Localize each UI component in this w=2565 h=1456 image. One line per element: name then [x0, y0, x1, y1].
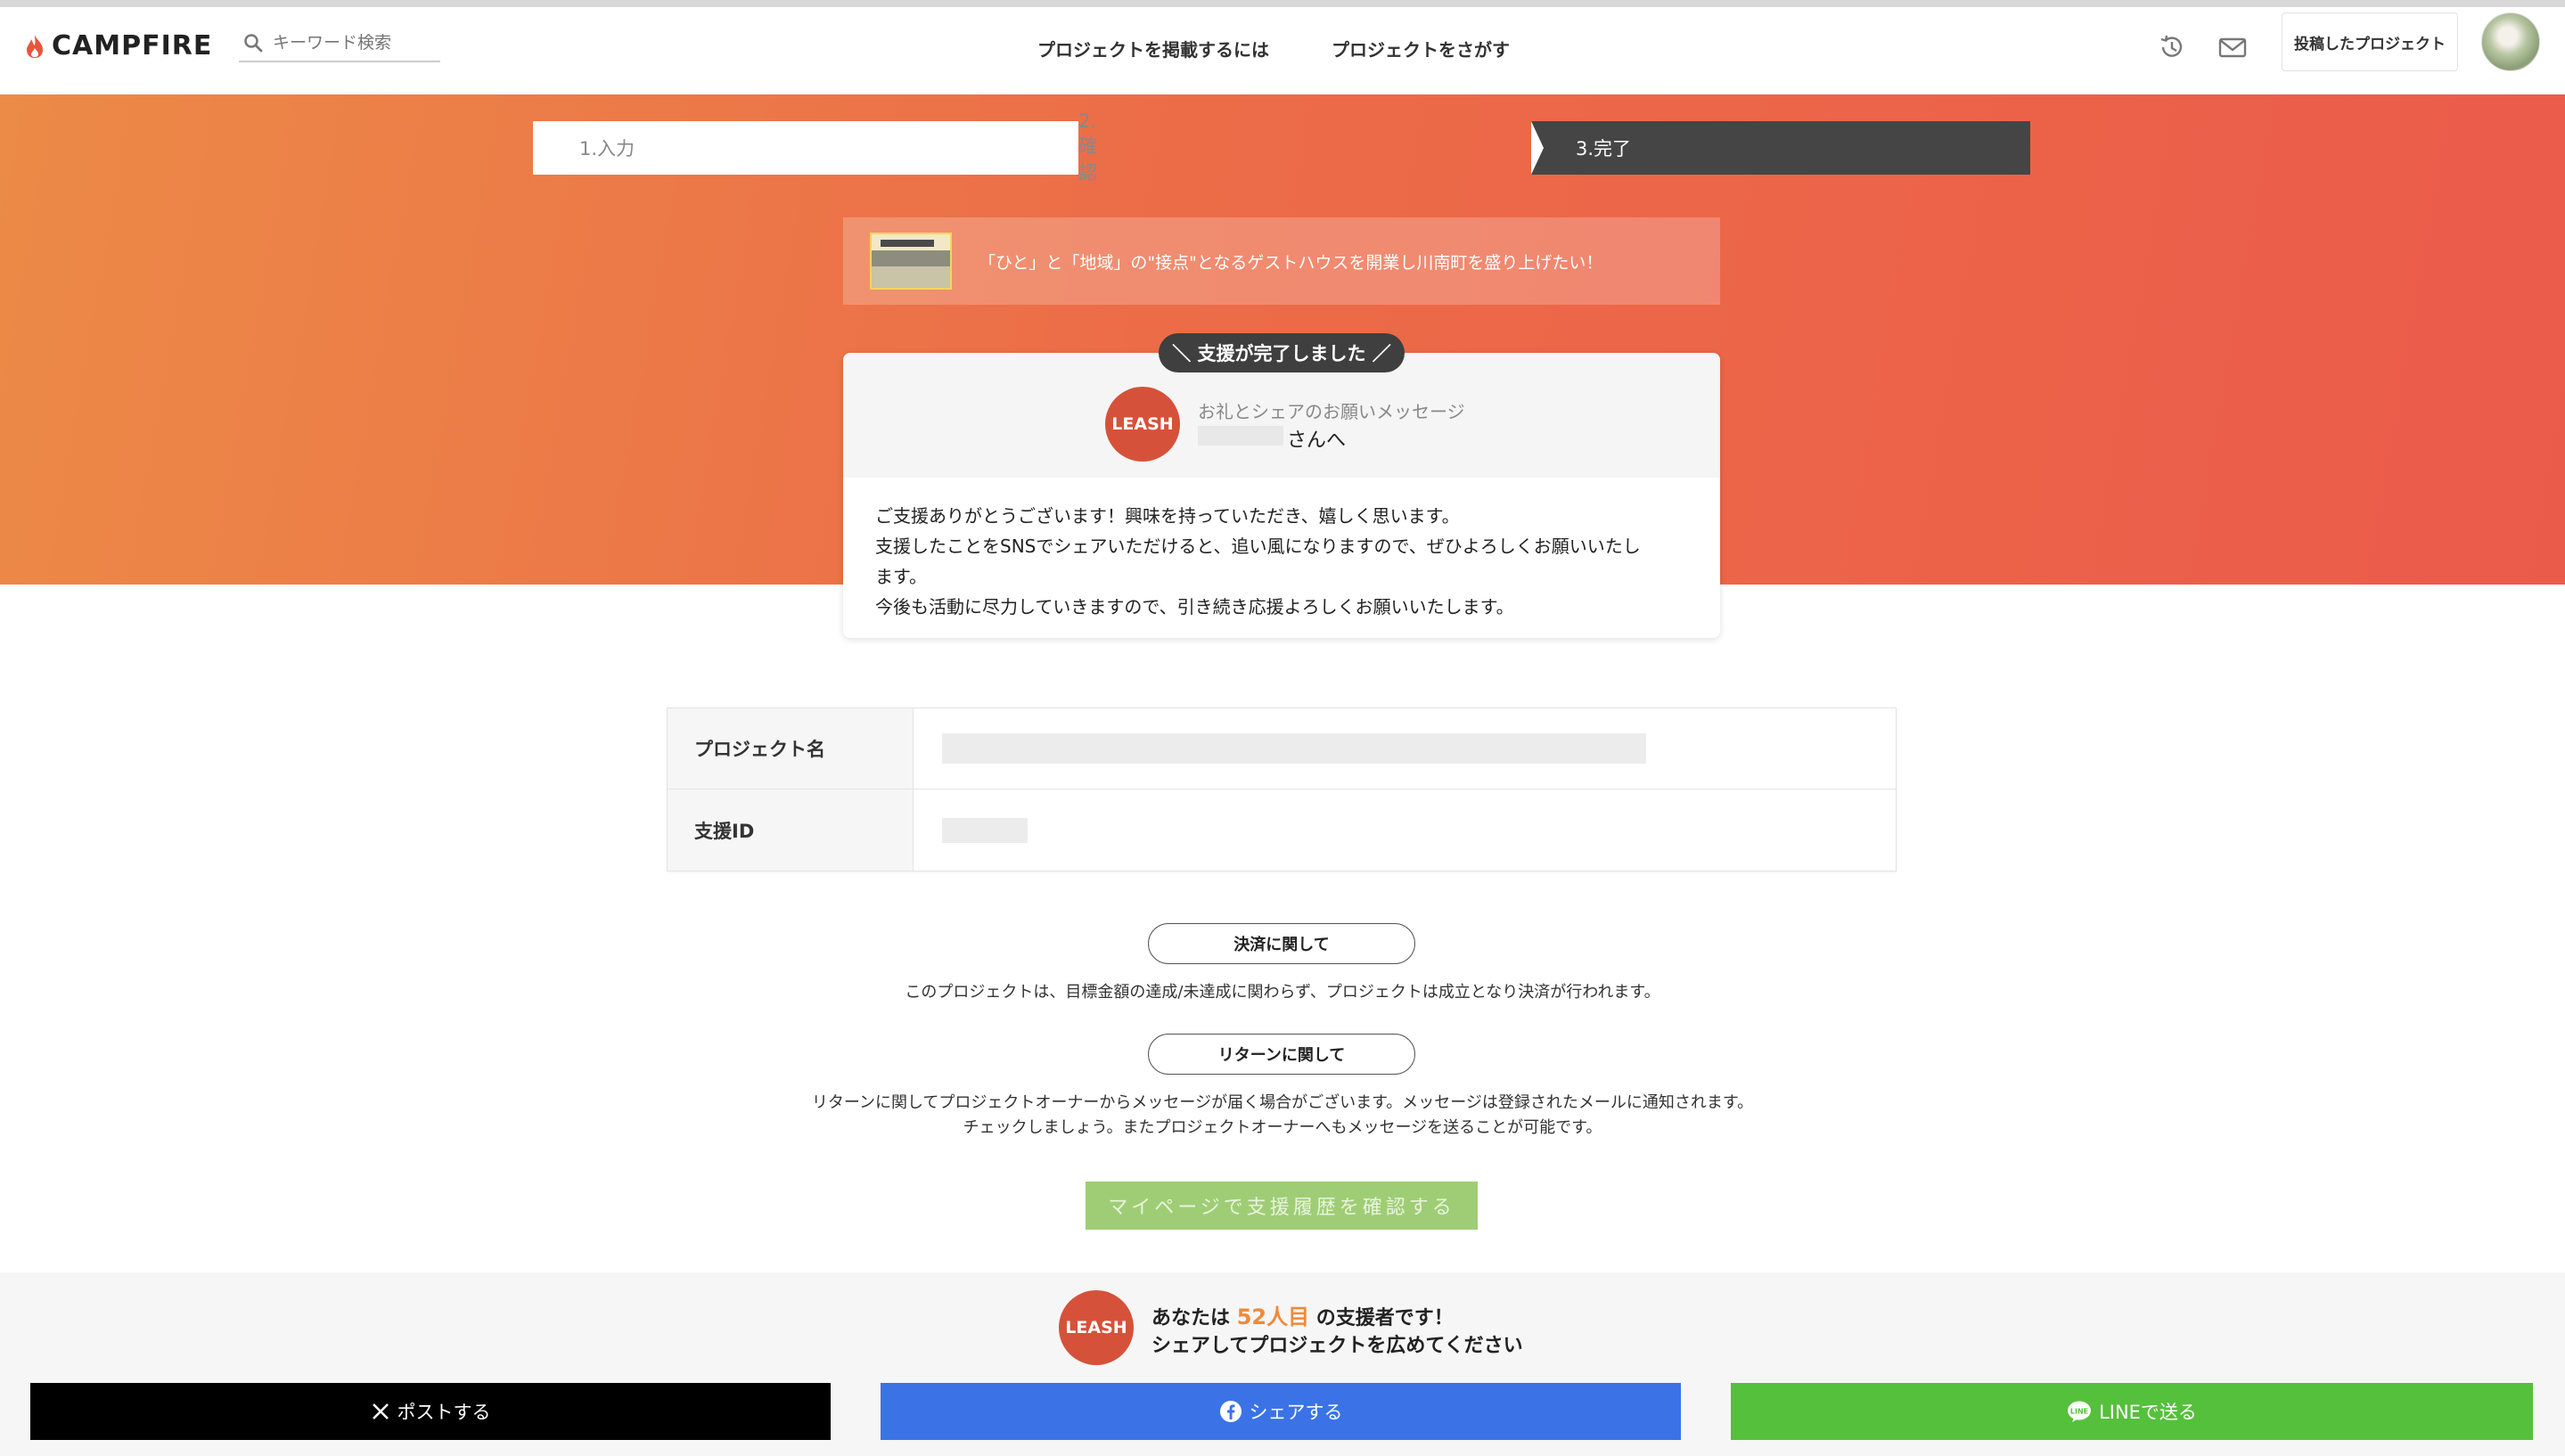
facebook-icon — [1219, 1400, 1242, 1423]
recipient-suffix: さんへ — [1287, 429, 1347, 452]
support-id-label: 支援ID — [668, 789, 914, 871]
thank-you-message-card: LEASH お礼とシェアのお願いメッセージ さんへ ご支援ありがとうございます！… — [843, 353, 1720, 638]
campfire-logo[interactable]: CAMPFIRE — [25, 30, 212, 61]
mypage-history-button[interactable]: マイページで支援履歴を確認する — [1086, 1182, 1478, 1230]
x-icon — [371, 1402, 390, 1421]
nav-find-project[interactable]: プロジェクトをさがす — [1332, 36, 1510, 61]
project-name-value — [914, 708, 1896, 789]
facebook-share-button[interactable]: シェアする — [881, 1383, 1681, 1440]
search-input[interactable] — [273, 33, 433, 53]
mail-icon[interactable] — [2217, 32, 2248, 62]
site-header: CAMPFIRE プロジェクトを掲載するには プロジェクトをさがす 投稿したプロ… — [0, 7, 2565, 94]
line-icon: LINE — [2067, 1400, 2092, 1423]
recipient-name-redacted — [1198, 426, 1283, 446]
top-border — [0, 0, 2565, 7]
supporter-rank-text: あなたは 52人目 の支援者です！ — [1151, 1305, 1454, 1329]
step-complete: 3.完了 — [1531, 121, 2030, 175]
brand-name: CAMPFIRE — [52, 30, 213, 61]
project-thumbnail — [870, 233, 952, 290]
project-title: 「ひと」と「地域」の"接点"となるゲストハウスを開業し川南町を盛り上げたい！ — [979, 252, 1603, 273]
step-divider — [1032, 121, 1045, 175]
svg-text:LINE: LINE — [2070, 1408, 2088, 1416]
support-id-value — [914, 789, 1896, 871]
posted-projects-button[interactable]: 投稿したプロジェクト — [2282, 12, 2458, 71]
redacted-value — [942, 733, 1646, 764]
line-send-button[interactable]: LINE LINEで送る — [1731, 1383, 2533, 1440]
payment-note: このプロジェクトは、目標金額の達成/未達成に関わらず、プロジェクトは成立となり決… — [905, 983, 1660, 1002]
nav-post-project[interactable]: プロジェクトを掲載するには — [1037, 36, 1269, 61]
search-box[interactable] — [239, 25, 440, 62]
message-line: ます。 — [875, 566, 927, 587]
redacted-value — [942, 817, 1028, 843]
user-avatar[interactable] — [2481, 12, 2540, 71]
owner-logo: LEASH — [1105, 387, 1180, 462]
supporter-count: 52人目 — [1236, 1305, 1310, 1329]
project-banner[interactable]: 「ひと」と「地域」の"接点"となるゲストハウスを開業し川南町を盛り上げたい！ — [843, 217, 1720, 305]
support-info-table: プロジェクト名 支援ID — [667, 708, 1897, 871]
message-line: 今後も活動に尽力していきますので、引き続き応援よろしくお願いいたします。 — [875, 596, 1514, 618]
support-complete-label: ＼ 支援が完了しました ／ — [1159, 333, 1405, 372]
step-divider — [1531, 121, 1544, 175]
progress-stepper: 2.確認 1.入力 3.完了 — [533, 110, 2030, 184]
message-line: 支援したことをSNSでシェアいただけると、追い風になりますので、ぜひよろしくお願… — [875, 536, 1641, 557]
table-row: 支援ID — [668, 789, 1896, 871]
message-body: ご支援ありがとうございます！興味を持っていただき、嬉しく思います。 支援したこと… — [843, 478, 1720, 622]
table-row: プロジェクト名 — [668, 708, 1896, 789]
owner-logo: LEASH — [1059, 1290, 1134, 1365]
share-prompt: シェアしてプロジェクトを広めてください — [1151, 1335, 1523, 1357]
flame-icon — [27, 34, 43, 58]
search-icon — [244, 34, 263, 53]
step-input: 1.入力 — [533, 121, 1032, 175]
returns-note: リターンに関してプロジェクトオーナーからメッセージが届く場合がございます。メッセ… — [811, 1093, 1754, 1137]
x-post-button[interactable]: ポストする — [30, 1383, 831, 1440]
returns-info-button[interactable]: リターンに関して — [1148, 1034, 1415, 1075]
message-line: ご支援ありがとうございます！興味を持っていただき、嬉しく思います。 — [875, 505, 1460, 527]
project-name-label: プロジェクト名 — [668, 708, 914, 789]
payment-info-button[interactable]: 決済に関して — [1148, 923, 1415, 964]
history-icon[interactable] — [2157, 32, 2187, 62]
message-subtitle: お礼とシェアのお願いメッセージ — [1198, 401, 1465, 422]
